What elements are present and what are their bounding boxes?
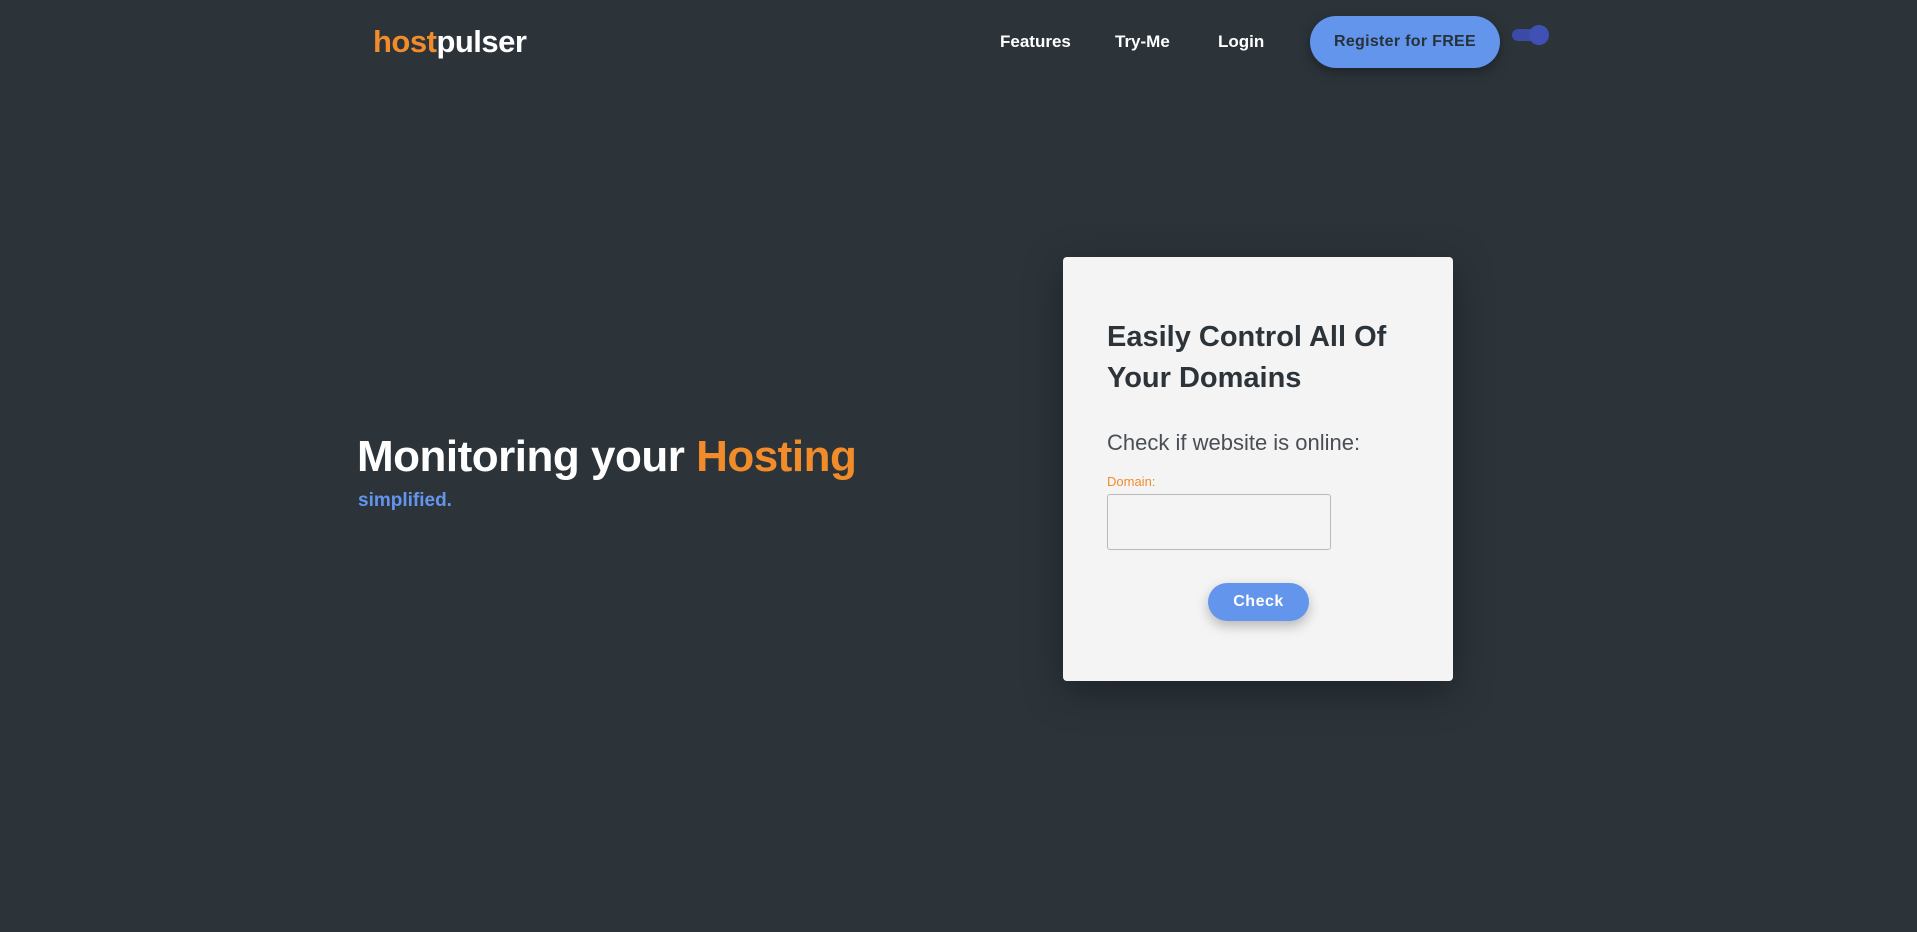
theme-toggle[interactable]: [1512, 25, 1549, 45]
card-subtitle: Check if website is online:: [1107, 430, 1361, 455]
hero-subtitle: simplified.: [358, 490, 452, 511]
domain-label: Domain:: [1107, 474, 1156, 489]
nav-link-try-me[interactable]: Try-Me: [1115, 31, 1170, 53]
hero-title-accent: Hosting: [696, 432, 857, 481]
logo-pulser-text: pulser: [436, 24, 527, 59]
check-button[interactable]: Check: [1208, 583, 1309, 621]
toggle-knob: [1529, 25, 1549, 45]
nav-link-login[interactable]: Login: [1218, 31, 1264, 53]
logo[interactable]: hostpulser: [373, 22, 527, 62]
nav-link-features[interactable]: Features: [1000, 31, 1071, 53]
hero-title-main: Monitoring your: [357, 432, 697, 481]
domain-input[interactable]: [1107, 494, 1331, 550]
hero-title: Monitoring your Hosting: [357, 431, 857, 483]
card-title: Easily Control All Of Your Domains: [1107, 321, 1387, 394]
register-button[interactable]: Register for FREE: [1310, 16, 1500, 68]
logo-host-text: host: [373, 24, 437, 59]
domain-check-card: Easily Control All Of Your Domains Check…: [1063, 257, 1453, 681]
